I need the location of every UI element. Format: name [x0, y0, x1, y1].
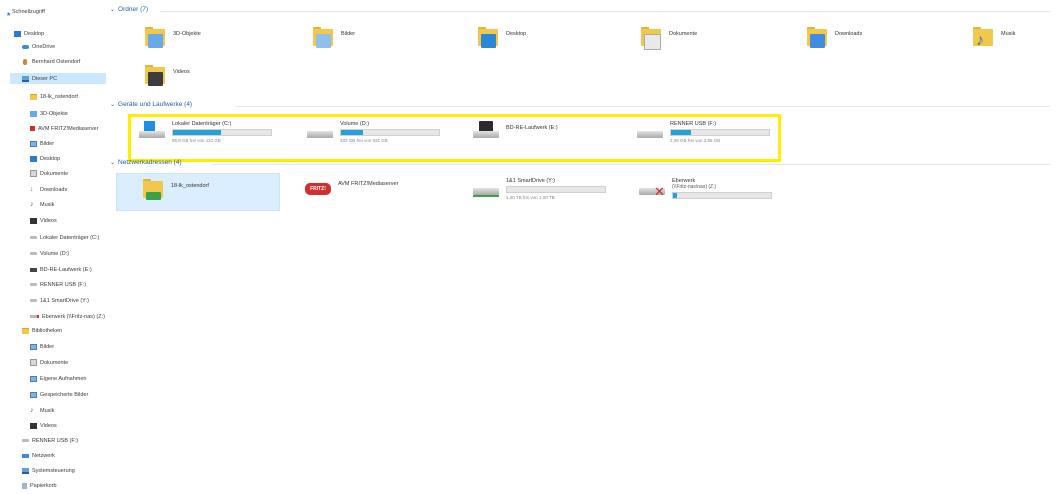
computer-icon — [22, 75, 29, 82]
folder-tile-music[interactable]: ♪ Musik — [973, 26, 1015, 49]
group-divider — [212, 164, 1050, 165]
group-divider — [160, 11, 1050, 12]
network-tile-avm-mediaserver[interactable]: FRITZ! AVM FRITZ!Mediaserver — [304, 176, 398, 202]
nav-item-lib-music[interactable]: ♪ Musik — [30, 405, 54, 416]
network-tile-18-lk-ostendorf[interactable]: 18-lk_ostendorf — [143, 178, 209, 200]
group-divider — [236, 106, 1050, 107]
nav-item-user[interactable]: Bernhard Ostendorf — [22, 56, 80, 67]
network-icon — [22, 453, 29, 458]
drive-usage-bar — [506, 186, 606, 193]
media-server-icon — [30, 126, 35, 131]
folder-tile-pictures[interactable]: Bilder — [313, 26, 355, 48]
documents-icon — [30, 170, 37, 177]
documents-folder-icon — [641, 26, 663, 50]
disconnected-drive-icon: ✕ — [638, 176, 668, 202]
nav-item-drive-d[interactable]: Volume (D:) — [30, 248, 69, 259]
downloads-icon: ↓ — [30, 185, 34, 193]
pictures-folder-icon — [313, 26, 335, 48]
network-drive-icon — [30, 299, 37, 302]
network-tile-eberwerk-z[interactable]: ✕ Eberwerk (\\Fritz-nas\nas) (Z:) — [638, 176, 772, 202]
nav-item-quick-access[interactable]: ★ Schnellzugriff — [6, 6, 45, 18]
music-folder-icon: ♪ — [973, 26, 995, 49]
folder-tile-desktop[interactable]: Desktop — [478, 26, 526, 48]
nav-item-music[interactable]: ♪ Musik — [30, 199, 54, 210]
group-header-drives[interactable]: ⌄ Geräte und Laufwerke (4) — [110, 101, 192, 108]
saved-pictures-icon — [30, 391, 37, 398]
recordings-icon — [30, 375, 37, 382]
folder-tile-documents[interactable]: Dokumente — [641, 26, 697, 50]
nav-item-3d-objects[interactable]: 3D-Objekte — [30, 108, 68, 119]
nav-item-desktop[interactable]: Desktop — [14, 28, 44, 39]
usb-drive-icon — [30, 283, 37, 286]
nav-item-18-lk-ostendorf[interactable]: 18-lk_ostendorf — [30, 91, 78, 102]
nav-item-onedrive[interactable]: OneDrive — [22, 41, 55, 52]
nav-item-lib-documents[interactable]: Dokumente — [30, 357, 68, 368]
folder-tile-downloads[interactable]: Downloads — [807, 26, 862, 48]
drive-usage-fill — [673, 193, 677, 198]
nav-item-drive-z[interactable]: Eberwerk (\\Fritz-nas) (Z:) — [30, 311, 105, 322]
folder-tile-videos[interactable]: Videos — [145, 64, 190, 86]
fritz-mediaserver-icon: FRITZ! — [304, 176, 334, 202]
nav-item-network[interactable]: Netzwerk — [22, 450, 55, 461]
nav-item-downloads[interactable]: ↓ Downloads — [30, 184, 67, 195]
highlight-box — [128, 114, 781, 162]
nav-item-pictures[interactable]: Bilder — [30, 138, 54, 149]
usb-drive-icon — [22, 439, 29, 442]
nav-item-libraries[interactable]: Bibliotheken — [22, 325, 62, 336]
nav-item-this-pc[interactable]: Dieser PC — [10, 73, 106, 84]
music-icon: ♪ — [30, 406, 34, 414]
nav-item-drive-e[interactable]: BD-RE-Laufwerk (E:) — [30, 264, 92, 275]
drive-icon — [30, 252, 37, 255]
windows-drive-icon — [30, 236, 37, 239]
nav-item-recycle-bin[interactable]: Papierkorb — [22, 480, 57, 491]
disconnected-drive-icon — [30, 315, 39, 318]
desktop-icon — [30, 155, 37, 162]
videos-folder-icon — [145, 64, 167, 86]
chevron-down-icon: ⌄ — [110, 102, 116, 108]
nav-item-renner-usb[interactable]: RENNER USB (F:) — [22, 435, 78, 446]
drive-usage-bar — [672, 192, 772, 199]
desktop-folder-icon — [478, 26, 500, 48]
recycle-bin-icon — [22, 482, 27, 489]
nav-item-documents[interactable]: Dokumente — [30, 168, 68, 179]
folder-icon — [30, 93, 37, 100]
folder-tile-3d-objects[interactable]: 3D-Objekte — [145, 26, 201, 48]
nav-item-avm-mediaserver[interactable]: AVM FRITZ!Mediaserver — [30, 123, 98, 134]
nav-item-desktop-2[interactable]: Desktop — [30, 153, 60, 164]
libraries-icon — [22, 327, 29, 334]
downloads-folder-icon — [807, 26, 829, 48]
chevron-down-icon: ⌄ — [110, 7, 116, 13]
user-icon — [23, 58, 27, 65]
music-icon: ♪ — [30, 200, 34, 208]
nav-item-lib-pictures[interactable]: Bilder — [30, 341, 54, 352]
nav-item-lib-videos[interactable]: Videos — [30, 420, 57, 431]
documents-icon — [30, 359, 37, 366]
pictures-icon — [30, 140, 37, 147]
group-header-folders[interactable]: ⌄ Ordner (7) — [110, 6, 148, 13]
group-header-network[interactable]: ⌄ Netzwerkadressen (4) — [110, 159, 182, 166]
videos-icon — [30, 422, 37, 429]
cloud-icon — [22, 44, 29, 49]
3d-objects-icon — [30, 110, 37, 117]
network-drive-icon — [472, 176, 502, 202]
chevron-down-icon: ⌄ — [110, 160, 116, 166]
control-panel-icon — [22, 467, 29, 474]
nav-item-drive-y[interactable]: 1&1 SmartDrive (Y:) — [30, 295, 89, 306]
pictures-icon — [30, 343, 37, 350]
nav-item-lib-recordings[interactable]: Eigene Aufnahmen — [30, 373, 86, 384]
nav-item-drive-c[interactable]: Lokaler Datenträger (C:) — [30, 232, 99, 243]
network-tile-smartdrive-y[interactable]: 1&1 SmartDrive (Y:) 1,00 TB frei von 1,0… — [472, 176, 606, 202]
videos-icon — [30, 217, 37, 224]
dvd-drive-icon — [30, 267, 37, 272]
nav-item-videos[interactable]: Videos — [30, 215, 57, 226]
samba-share-icon — [143, 178, 165, 200]
nav-item-drive-f[interactable]: RENNER USB (F:) — [30, 279, 86, 290]
3d-objects-folder-icon — [145, 26, 167, 48]
navigation-pane: ★ Schnellzugriff Desktop OneDrive Bernhar… — [0, 0, 110, 494]
nav-item-control-panel[interactable]: Systemsteuerung — [22, 465, 75, 476]
desktop-icon — [14, 30, 21, 37]
nav-item-lib-saved-pictures[interactable]: Gespeicherte Bilder — [30, 389, 88, 400]
